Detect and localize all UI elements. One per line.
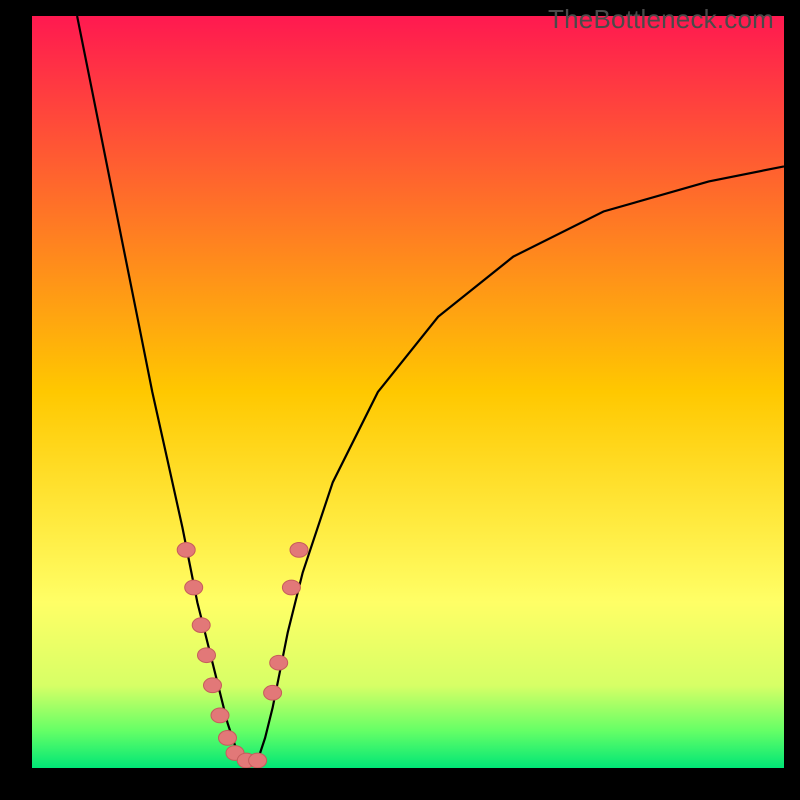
marker-point [264,685,282,700]
marker-point [185,580,203,595]
marker-point [282,580,300,595]
watermark-text: TheBottleneck.com [548,4,774,35]
marker-point [211,708,229,723]
marker-point [219,731,237,746]
marker-point [290,543,308,558]
chart-frame: TheBottleneck.com [0,0,800,800]
marker-point [249,753,267,768]
gradient-background [32,16,784,768]
plot-area [32,16,784,768]
chart-svg [32,16,784,768]
marker-point [270,655,288,670]
marker-point [177,543,195,558]
marker-point [192,618,210,633]
marker-point [204,678,222,693]
marker-point [198,648,216,663]
